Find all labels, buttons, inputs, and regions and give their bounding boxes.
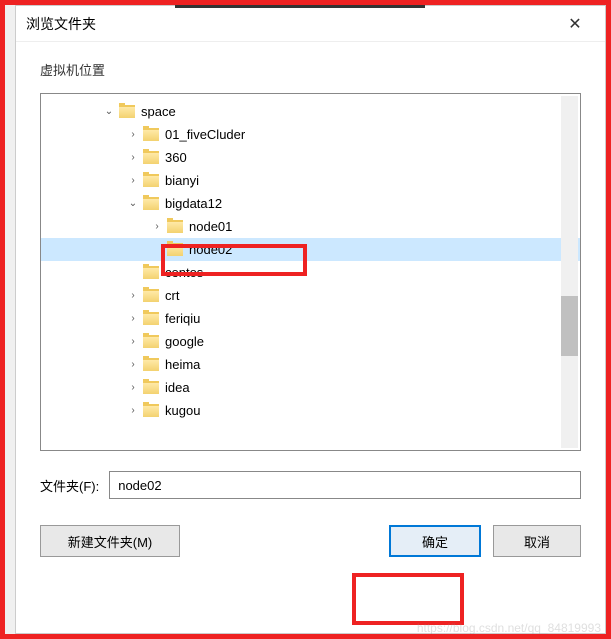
chevron-right-icon[interactable]: › bbox=[127, 336, 139, 347]
tree-item-label: bianyi bbox=[165, 173, 199, 188]
tree-item-label: 01_fiveCluder bbox=[165, 127, 245, 142]
close-icon: ✕ bbox=[568, 14, 581, 34]
tree-item[interactable]: › 01_fiveCluder bbox=[41, 123, 580, 146]
chevron-right-icon[interactable]: › bbox=[127, 175, 139, 186]
new-folder-button[interactable]: 新建文件夹(M) bbox=[40, 525, 180, 557]
folder-icon bbox=[143, 404, 159, 417]
tree-item[interactable]: › 360 bbox=[41, 146, 580, 169]
tree-item-label: feriqiu bbox=[165, 311, 200, 326]
tree-item[interactable]: › idea bbox=[41, 376, 580, 399]
folder-icon bbox=[143, 312, 159, 325]
titlebar: 浏览文件夹 ✕ bbox=[16, 6, 605, 42]
tree-item-label: 360 bbox=[165, 150, 187, 165]
folder-icon bbox=[143, 128, 159, 141]
folder-tree-container: ⌄ space › 01_fiveCluder › 360 › bianyi ⌄ bbox=[40, 93, 581, 451]
folder-name-input[interactable] bbox=[109, 471, 581, 499]
folder-icon bbox=[143, 151, 159, 164]
cancel-button[interactable]: 取消 bbox=[493, 525, 581, 557]
tree-item-label: idea bbox=[165, 380, 190, 395]
close-button[interactable]: ✕ bbox=[555, 9, 595, 39]
tree-item-root[interactable]: ⌄ space bbox=[41, 100, 580, 123]
chevron-down-icon[interactable]: ⌄ bbox=[103, 106, 115, 117]
folder-icon bbox=[143, 197, 159, 210]
chevron-right-icon[interactable]: › bbox=[127, 129, 139, 140]
folder-icon bbox=[143, 358, 159, 371]
folder-field-label: 文件夹(F): bbox=[40, 476, 99, 495]
chevron-right-icon[interactable]: › bbox=[127, 313, 139, 324]
tree-item-label: google bbox=[165, 334, 204, 349]
tree-item-label: centos bbox=[165, 265, 203, 280]
tree-item-label: space bbox=[141, 104, 176, 119]
tree-item-label: node02 bbox=[189, 242, 232, 257]
section-label: 虚拟机位置 bbox=[16, 42, 605, 93]
folder-icon bbox=[143, 174, 159, 187]
ok-button[interactable]: 确定 bbox=[389, 525, 481, 557]
tree-item[interactable]: › google bbox=[41, 330, 580, 353]
scrollbar-track[interactable] bbox=[561, 96, 578, 448]
folder-tree[interactable]: ⌄ space › 01_fiveCluder › 360 › bianyi ⌄ bbox=[41, 94, 580, 450]
folder-icon bbox=[143, 381, 159, 394]
background-left bbox=[0, 5, 15, 634]
tree-item[interactable]: › kugou bbox=[41, 399, 580, 422]
tree-item-label: kugou bbox=[165, 403, 200, 418]
tree-item-selected[interactable]: node02 bbox=[41, 238, 580, 261]
button-row: 新建文件夹(M) 确定 取消 bbox=[16, 499, 605, 557]
background-strip bbox=[175, 0, 425, 8]
chevron-right-icon[interactable]: › bbox=[127, 152, 139, 163]
browse-folder-dialog: 浏览文件夹 ✕ 虚拟机位置 ⌄ space › 01_fiveCluder › … bbox=[15, 5, 606, 634]
tree-item[interactable]: › feriqiu bbox=[41, 307, 580, 330]
tree-item[interactable]: centos bbox=[41, 261, 580, 284]
tree-item-label: node01 bbox=[189, 219, 232, 234]
tree-item-label: bigdata12 bbox=[165, 196, 222, 211]
folder-icon bbox=[143, 335, 159, 348]
chevron-right-icon[interactable]: › bbox=[127, 290, 139, 301]
tree-item-label: heima bbox=[165, 357, 200, 372]
folder-icon bbox=[143, 266, 159, 279]
folder-icon bbox=[167, 220, 183, 233]
tree-item[interactable]: › bianyi bbox=[41, 169, 580, 192]
tree-item[interactable]: ⌄ bigdata12 bbox=[41, 192, 580, 215]
scrollbar-thumb[interactable] bbox=[561, 296, 578, 356]
folder-icon bbox=[143, 289, 159, 302]
tree-item-label: crt bbox=[165, 288, 179, 303]
tree-item[interactable]: › crt bbox=[41, 284, 580, 307]
tree-item[interactable]: › node01 bbox=[41, 215, 580, 238]
chevron-right-icon[interactable]: › bbox=[127, 359, 139, 370]
folder-field-row: 文件夹(F): bbox=[16, 451, 605, 499]
folder-icon bbox=[167, 243, 183, 256]
chevron-right-icon[interactable]: › bbox=[127, 382, 139, 393]
chevron-right-icon[interactable]: › bbox=[127, 405, 139, 416]
tree-item[interactable]: › heima bbox=[41, 353, 580, 376]
chevron-right-icon[interactable]: › bbox=[151, 221, 163, 232]
dialog-title: 浏览文件夹 bbox=[26, 14, 96, 34]
chevron-down-icon[interactable]: ⌄ bbox=[127, 198, 139, 209]
folder-icon bbox=[119, 105, 135, 118]
